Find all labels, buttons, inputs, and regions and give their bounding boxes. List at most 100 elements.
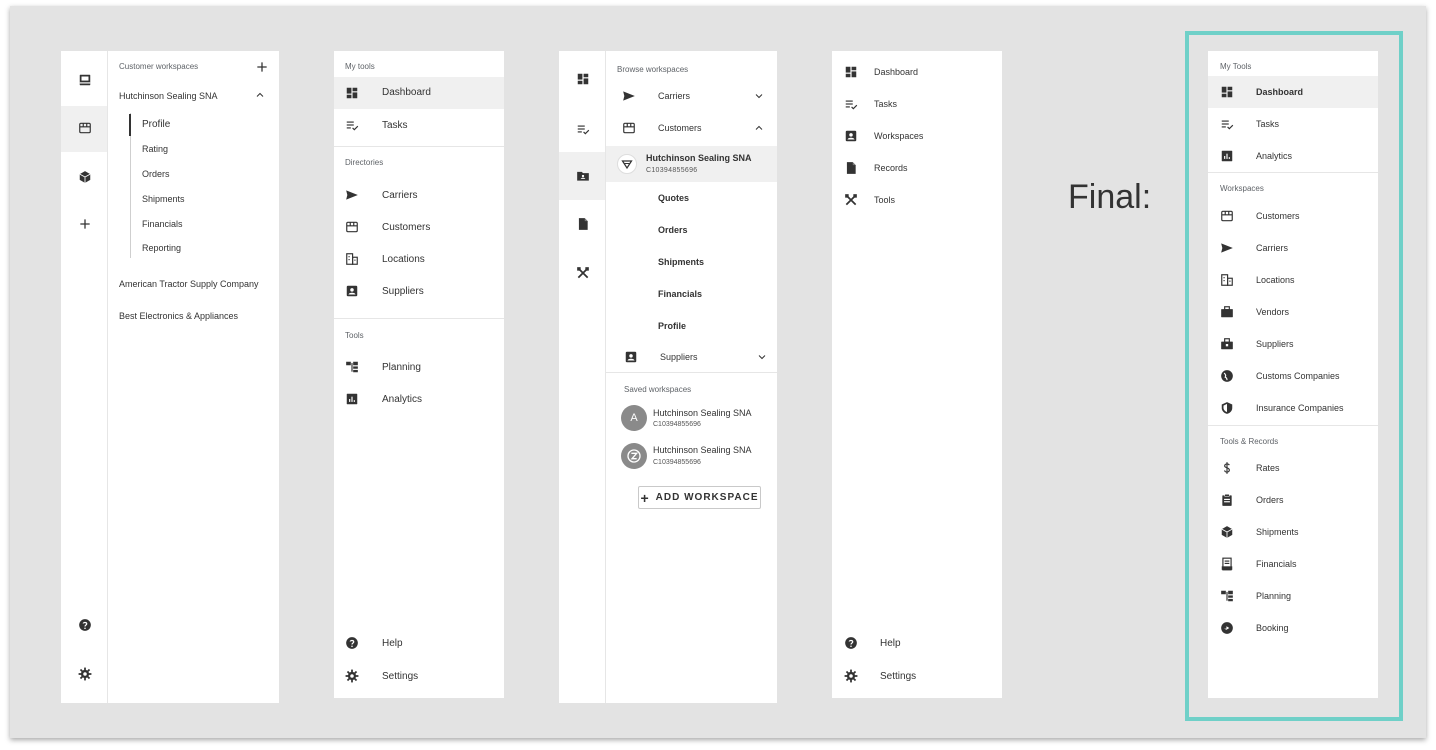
- customer-name[interactable]: Hutchinson Sealing SNA: [646, 153, 752, 163]
- nav-dashboard[interactable]: Dashboard: [1256, 87, 1303, 97]
- storefront-icon: [1220, 209, 1234, 223]
- subnav-financials[interactable]: Financials: [658, 289, 702, 299]
- document-icon[interactable]: [576, 217, 590, 231]
- help-icon[interactable]: [78, 618, 92, 632]
- add-workspace-icon[interactable]: [255, 60, 269, 74]
- cube-icon[interactable]: [78, 170, 92, 184]
- subnav-reporting[interactable]: Reporting: [142, 243, 181, 253]
- add-workspace-label: ADD WORKSPACE: [655, 492, 759, 503]
- customer-logo-icon: [617, 154, 637, 174]
- nav-suppliers[interactable]: Suppliers: [660, 352, 698, 362]
- tools-icon[interactable]: [576, 266, 590, 280]
- section-title-saved: Saved workspaces: [624, 385, 692, 394]
- workspace-hutchinson[interactable]: Hutchinson Sealing SNA: [119, 91, 218, 101]
- nav-customs-companies[interactable]: Customs Companies: [1256, 371, 1340, 381]
- nav-carriers[interactable]: Carriers: [658, 91, 690, 101]
- nav-tasks[interactable]: Tasks: [1256, 119, 1279, 129]
- building-icon: [1220, 273, 1234, 287]
- nav-suppliers[interactable]: Suppliers: [382, 286, 424, 297]
- chevron-up-icon[interactable]: [254, 89, 266, 101]
- subnav-shipments[interactable]: Shipments: [658, 257, 704, 267]
- tasks-icon[interactable]: [576, 122, 590, 136]
- subnav-active-bar: [129, 114, 131, 136]
- workspace-american-tractor[interactable]: American Tractor Supply Company: [119, 279, 259, 289]
- workspace-best-electronics[interactable]: Best Electronics & Appliances: [119, 311, 238, 321]
- dashboard-icon[interactable]: [576, 72, 590, 86]
- nav-shipments[interactable]: Shipments: [1256, 527, 1299, 537]
- nav-insurance-companies[interactable]: Insurance Companies: [1256, 403, 1344, 413]
- nav-analytics[interactable]: Analytics: [382, 394, 422, 405]
- send-icon: [622, 89, 636, 103]
- nav-locations[interactable]: Locations: [1256, 275, 1295, 285]
- nav-dashboard[interactable]: Dashboard: [382, 87, 431, 98]
- subnav-profile[interactable]: Profile: [658, 321, 686, 331]
- nav-workspaces[interactable]: Workspaces: [874, 131, 923, 141]
- nav-tasks[interactable]: Tasks: [382, 120, 408, 131]
- nav-analytics[interactable]: Analytics: [1256, 151, 1292, 161]
- nav-customers[interactable]: Customers: [1256, 211, 1300, 221]
- nav-tasks[interactable]: Tasks: [874, 99, 897, 109]
- saved-workspace-name[interactable]: Hutchinson Sealing SNA: [653, 408, 752, 418]
- subnav-quotes[interactable]: Quotes: [658, 193, 689, 203]
- chevron-up-icon[interactable]: [753, 122, 765, 134]
- contact-icon: [345, 284, 359, 298]
- nav-records[interactable]: Records: [874, 163, 908, 173]
- dashboard-icon: [1220, 85, 1234, 99]
- add-workspace-button[interactable]: + ADD WORKSPACE: [638, 486, 761, 509]
- nav-planning[interactable]: Planning: [382, 362, 421, 373]
- nav-help[interactable]: Help: [880, 638, 901, 649]
- gear-icon[interactable]: [78, 667, 92, 681]
- subnav-orders[interactable]: Orders: [142, 169, 170, 179]
- plus-icon[interactable]: [78, 217, 92, 231]
- nav-locations[interactable]: Locations: [382, 254, 425, 265]
- nav-help[interactable]: Help: [382, 638, 403, 649]
- tasks-icon: [844, 97, 858, 111]
- nav-dashboard[interactable]: Dashboard: [874, 67, 918, 77]
- gear-icon: [345, 669, 359, 683]
- subnav-orders[interactable]: Orders: [658, 225, 688, 235]
- chevron-down-icon[interactable]: [753, 90, 765, 102]
- subnav-profile[interactable]: Profile: [142, 119, 170, 130]
- nav-tools[interactable]: Tools: [874, 195, 895, 205]
- nav-vendors[interactable]: Vendors: [1256, 307, 1289, 317]
- section-title-my-tools: My tools: [345, 62, 375, 71]
- inbox-icon[interactable]: [78, 73, 92, 87]
- nav-rates[interactable]: Rates: [1256, 463, 1280, 473]
- nav-carriers[interactable]: Carriers: [1256, 243, 1288, 253]
- globe-icon: [1220, 369, 1234, 383]
- gear-icon: [844, 669, 858, 683]
- storefront-icon: [622, 121, 636, 135]
- section-title-my-tools: My Tools: [1220, 62, 1252, 71]
- customer-id: C10394855696: [646, 167, 698, 174]
- saved-workspace-name[interactable]: Hutchinson Sealing SNA: [653, 445, 752, 455]
- planning-icon: [1220, 589, 1234, 603]
- chevron-down-icon[interactable]: [756, 351, 768, 363]
- storefront-icon[interactable]: [78, 121, 92, 135]
- avatar: A: [621, 405, 647, 431]
- divider: [334, 146, 504, 147]
- nav-orders[interactable]: Orders: [1256, 495, 1284, 505]
- nav-customers[interactable]: Customers: [382, 222, 430, 233]
- subnav-financials[interactable]: Financials: [142, 219, 183, 229]
- nav-financials[interactable]: Financials: [1256, 559, 1297, 569]
- folder-icon[interactable]: [576, 169, 590, 183]
- nav-settings[interactable]: Settings: [880, 671, 916, 682]
- shield-icon: [1220, 401, 1234, 415]
- subnav-shipments[interactable]: Shipments: [142, 194, 185, 204]
- divider: [1208, 172, 1378, 173]
- nav-customers[interactable]: Customers: [658, 123, 702, 133]
- contact-icon: [624, 350, 638, 364]
- subnav-rating[interactable]: Rating: [142, 144, 168, 154]
- contact-icon: [844, 129, 858, 143]
- help-icon: [345, 636, 359, 650]
- nav-suppliers[interactable]: Suppliers: [1256, 339, 1294, 349]
- nav-carriers[interactable]: Carriers: [382, 190, 418, 201]
- nav-settings[interactable]: Settings: [382, 671, 418, 682]
- storefront-icon: [345, 220, 359, 234]
- final-label: Final:: [1068, 178, 1152, 216]
- planning-icon: [345, 360, 359, 374]
- nav-booking[interactable]: Booking: [1256, 623, 1289, 633]
- send-icon: [1220, 241, 1234, 255]
- nav-planning[interactable]: Planning: [1256, 591, 1291, 601]
- cube-icon: [1220, 525, 1234, 539]
